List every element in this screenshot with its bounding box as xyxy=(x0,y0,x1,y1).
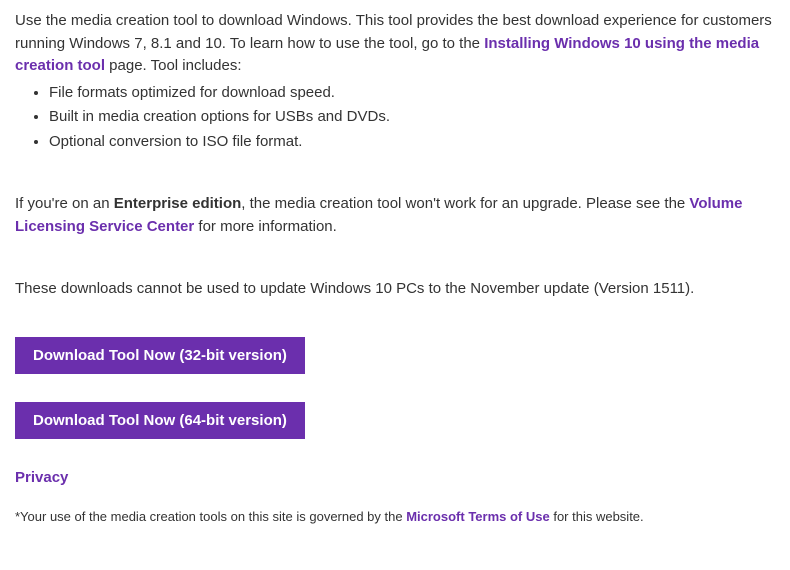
download-64bit-button[interactable]: Download Tool Now (64-bit version) xyxy=(15,402,305,439)
intro-section: Use the media creation tool to download … xyxy=(15,10,775,153)
features-list: File formats optimized for download spee… xyxy=(15,82,775,154)
footnote-paragraph: *Your use of the media creation tools on… xyxy=(15,507,775,527)
enterprise-paragraph: If you're on an Enterprise edition, the … xyxy=(15,193,775,238)
download-32bit-button[interactable]: Download Tool Now (32-bit version) xyxy=(15,337,305,374)
note-paragraph: These downloads cannot be used to update… xyxy=(15,278,775,301)
list-item: File formats optimized for download spee… xyxy=(49,82,775,105)
intro-paragraph: Use the media creation tool to download … xyxy=(15,10,775,78)
list-item: Optional conversion to ISO file format. xyxy=(49,131,775,154)
privacy-link[interactable]: Privacy xyxy=(15,467,68,490)
terms-of-use-link[interactable]: Microsoft Terms of Use xyxy=(406,509,550,524)
intro-text-after: page. Tool includes: xyxy=(105,57,242,74)
enterprise-bold: Enterprise edition xyxy=(114,195,242,212)
enterprise-after-bold: , the media creation tool won't work for… xyxy=(241,195,689,212)
footnote-after-link: for this website. xyxy=(550,509,644,524)
enterprise-after-link: for more information. xyxy=(194,218,337,235)
list-item: Built in media creation options for USBs… xyxy=(49,106,775,129)
footnote-before-link: *Your use of the media creation tools on… xyxy=(15,509,406,524)
enterprise-before-bold: If you're on an xyxy=(15,195,114,212)
